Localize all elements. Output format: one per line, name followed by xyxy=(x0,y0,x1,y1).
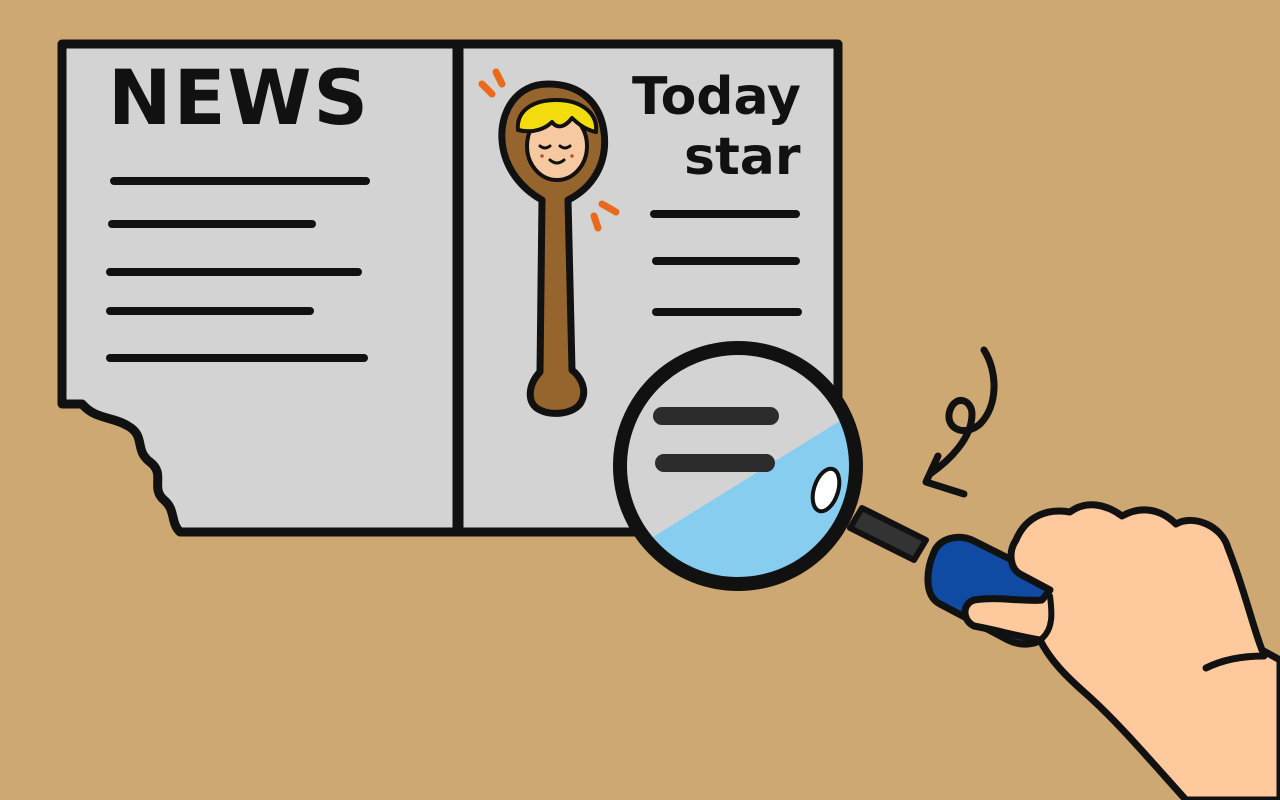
hand-icon xyxy=(961,501,1280,800)
today-heading: Today xyxy=(632,67,801,127)
hand-shape xyxy=(961,501,1280,800)
cheek xyxy=(570,154,574,158)
cheek xyxy=(540,154,544,158)
magnifier-stem xyxy=(847,505,929,563)
newspaper-illustration: NEWS Today star xyxy=(57,39,1280,800)
sparkle-stroke xyxy=(590,212,602,232)
news-heading: NEWS xyxy=(108,53,370,142)
star-heading: star xyxy=(684,127,801,187)
